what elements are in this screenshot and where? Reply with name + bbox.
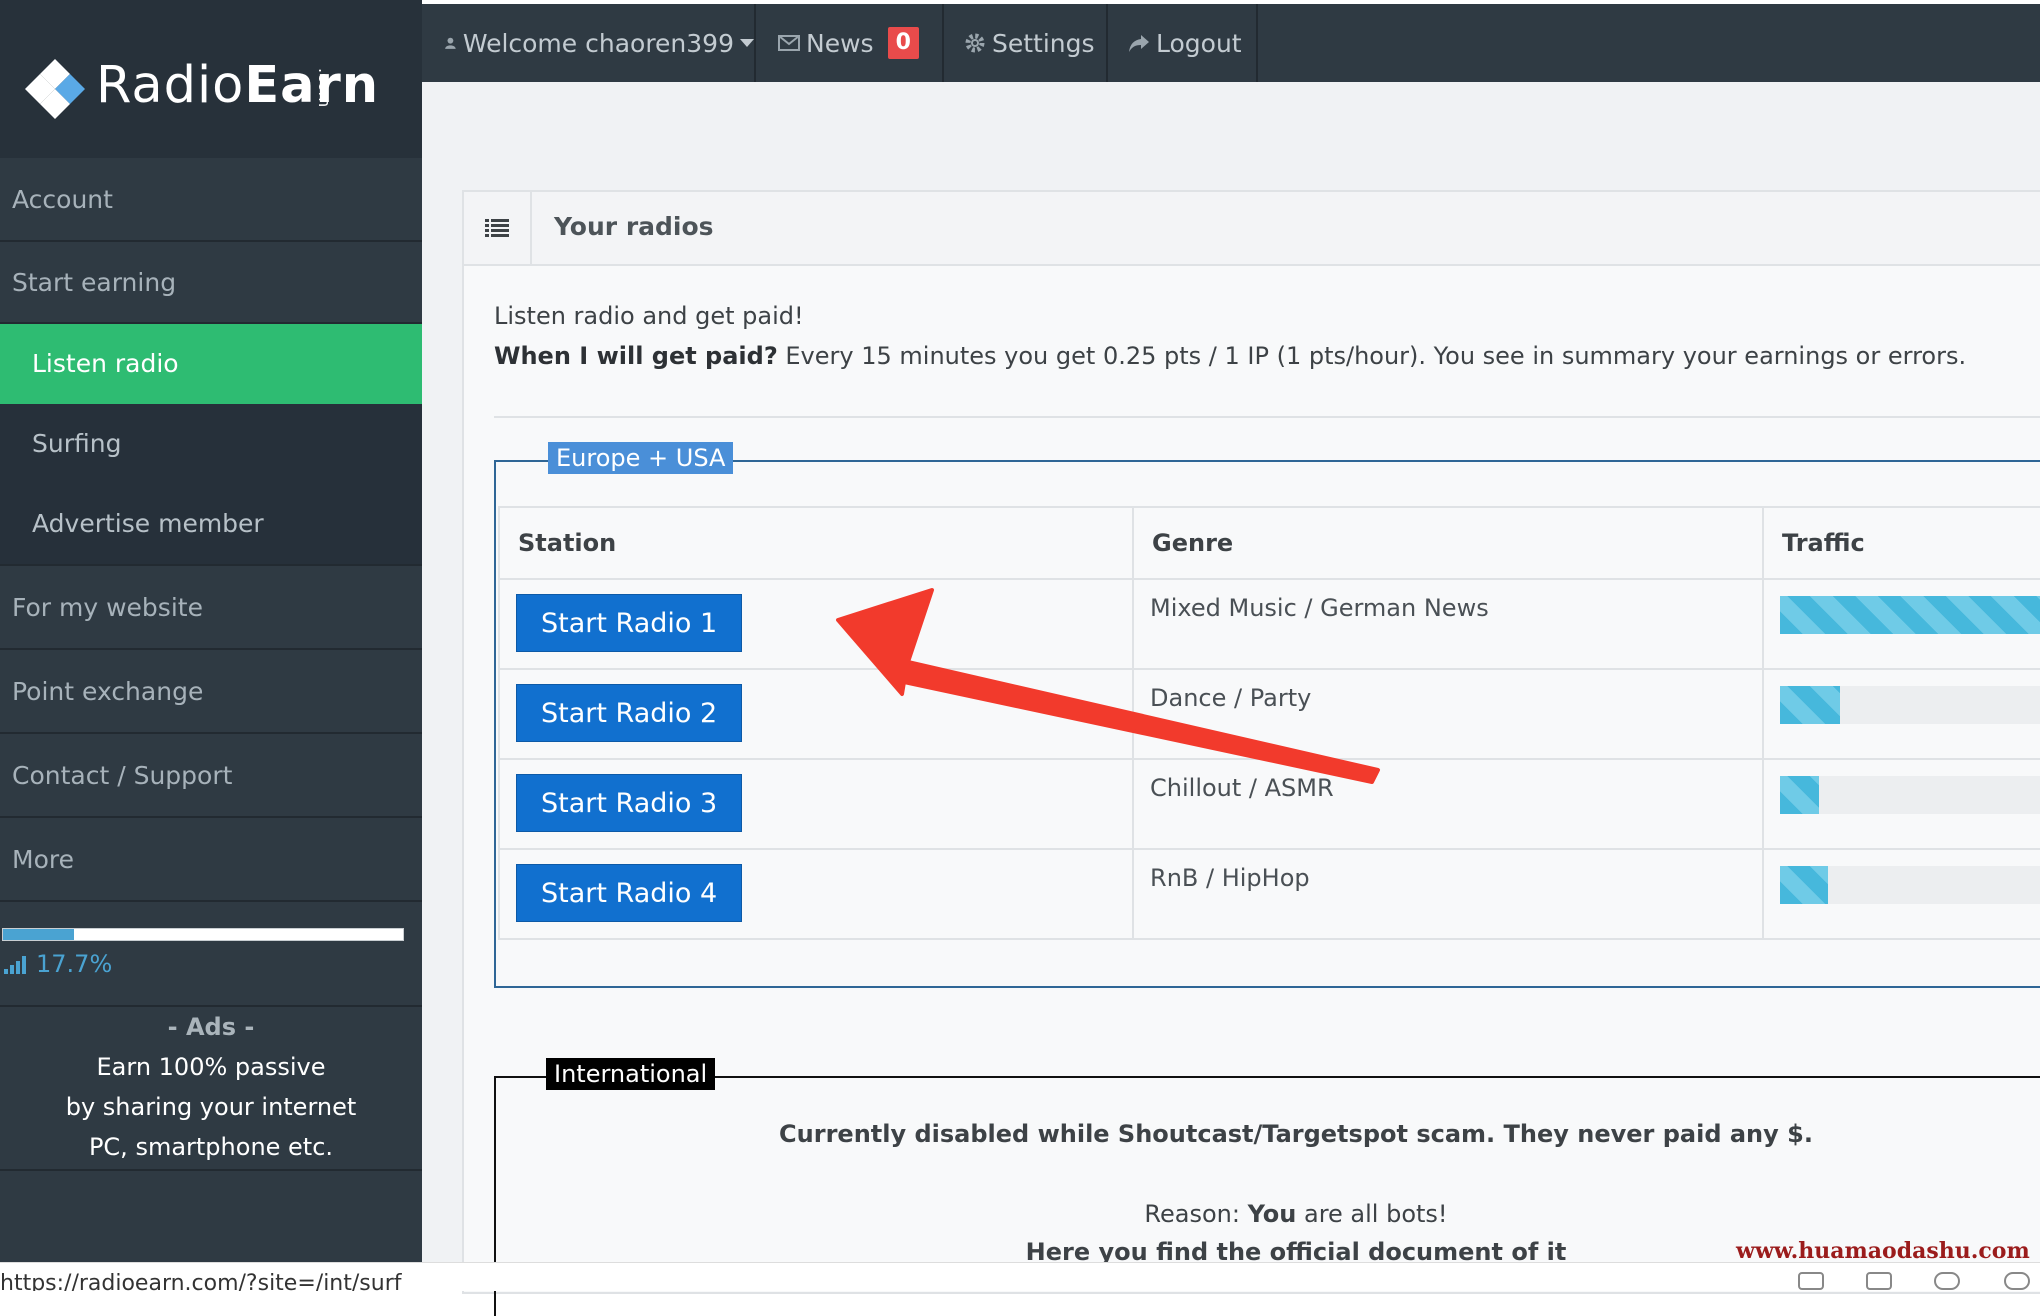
europe-usa-fieldset: Europe + USA Station Genre Traffic Start…	[494, 442, 2040, 988]
signal-bars-icon	[4, 956, 26, 974]
ads-line: Earn 100% passive	[96, 1053, 326, 1081]
start-radio-1-button[interactable]: Start Radio 1	[516, 594, 743, 652]
status-url: https://radioearn.com/?site=/int/surf	[0, 1271, 402, 1291]
traffic-bar	[1779, 866, 2040, 904]
sidebar-item-advertise-member[interactable]: Advertise member	[0, 484, 422, 566]
table-header-row: Station Genre Traffic	[497, 506, 2040, 580]
traffic-bar	[1779, 686, 2040, 724]
start-radio-3-button[interactable]: Start Radio 3	[516, 774, 743, 832]
sidebar: RadioEarn .com Account Start earning Lis…	[0, 0, 422, 1290]
international-legend: International	[546, 1058, 716, 1090]
logout-label: Logout	[1156, 28, 1242, 58]
brand-name: RadioEarn	[96, 56, 380, 115]
traffic-bar	[1779, 776, 2040, 814]
traffic-fill	[1779, 686, 1840, 724]
welcome-label: Welcome chaoren399	[462, 28, 734, 58]
europe-usa-legend: Europe + USA	[548, 442, 734, 474]
sidebar-item-contact-support[interactable]: Contact / Support	[0, 734, 422, 818]
user-icon	[445, 37, 456, 49]
share-arrow-icon	[1129, 35, 1149, 52]
radios-panel: Your radios Listen radio and get paid! W…	[462, 190, 2040, 1316]
progress-bar	[2, 928, 404, 941]
ads-box[interactable]: - Ads - Earn 100% passive by sharing you…	[0, 1005, 422, 1171]
rocket-icon	[2004, 1272, 2030, 1290]
radioearn-logo-icon	[25, 59, 85, 119]
heart-icon	[1934, 1272, 1960, 1290]
traffic-bar	[1779, 596, 2040, 634]
settings-label: Settings	[992, 28, 1095, 58]
user-menu[interactable]: Welcome chaoren399	[422, 4, 756, 82]
news-menu[interactable]: News 0	[756, 4, 944, 82]
traffic-header: Traffic	[1761, 506, 2040, 580]
radio-table: Station Genre Traffic Start Radio 1 Mixe…	[497, 506, 2040, 940]
sidebar-item-more[interactable]: More	[0, 818, 422, 902]
settings-menu[interactable]: Settings	[944, 4, 1108, 82]
sidebar-item-point-exchange[interactable]: Point exchange	[0, 650, 422, 734]
table-row: Start Radio 1 Mixed Music / German News	[497, 578, 2040, 670]
sidebar-item-for-my-website[interactable]: For my website	[0, 566, 422, 650]
ads-line: PC, smartphone etc.	[88, 1133, 334, 1161]
station-header: Station	[497, 506, 1135, 580]
table-row: Start Radio 2 Dance / Party	[497, 668, 2040, 760]
caret-down-icon	[740, 39, 754, 47]
table-row: Start Radio 4 RnB / HipHop	[497, 848, 2040, 940]
genre-header: Genre	[1132, 506, 1764, 580]
envelope-icon	[778, 35, 800, 51]
payment-info: When I will get paid? Every 15 minutes y…	[494, 342, 1967, 370]
international-notice: Currently disabled while Shoutcast/Targe…	[779, 1120, 1813, 1148]
news-label: News	[806, 28, 874, 58]
image-icon	[1866, 1272, 1892, 1290]
panel-header: Your radios	[464, 192, 2040, 266]
start-radio-4-button[interactable]: Start Radio 4	[516, 864, 743, 922]
sidebar-item-start-earning[interactable]: Start earning	[0, 242, 422, 324]
browser-status-bar: https://radioearn.com/?site=/int/surf	[0, 1262, 2040, 1291]
sidebar-item-listen-radio[interactable]: Listen radio	[0, 324, 422, 404]
progress-fill	[3, 929, 74, 940]
divider	[494, 416, 2040, 418]
logo[interactable]: RadioEarn .com	[0, 0, 422, 160]
sidebar-item-surfing[interactable]: Surfing	[0, 404, 422, 484]
ads-heading: - Ads -	[167, 1013, 255, 1041]
international-reason: Reason: You are all bots!	[1144, 1200, 1448, 1228]
sidebar-item-account[interactable]: Account	[0, 158, 422, 242]
traffic-fill	[1779, 596, 2040, 634]
top-navbar: Welcome chaoren399 News 0 Settings Logout	[422, 0, 2040, 82]
intro-text: Listen radio and get paid!	[494, 302, 804, 330]
gear-icon	[965, 33, 985, 53]
progress-label: 17.7%	[4, 950, 112, 978]
panel-toggle[interactable]	[464, 192, 532, 264]
ads-line: by sharing your internet	[65, 1093, 357, 1121]
watermark: www.huamaodashu.com	[1736, 1238, 2030, 1264]
genre-cell: Mixed Music / German News	[1132, 578, 1764, 670]
shield-icon	[1798, 1272, 1824, 1290]
genre-cell: RnB / HipHop	[1132, 848, 1764, 940]
news-count-badge: 0	[887, 27, 919, 59]
list-icon	[485, 219, 509, 237]
panel-title: Your radios	[554, 212, 714, 241]
start-radio-2-button[interactable]: Start Radio 2	[516, 684, 743, 742]
brand-suffix: .com	[315, 68, 334, 108]
table-row: Start Radio 3 Chillout / ASMR	[497, 758, 2040, 850]
logout-menu[interactable]: Logout	[1108, 4, 1258, 82]
traffic-fill	[1779, 866, 1828, 904]
main-content: Your radios Listen radio and get paid! W…	[422, 82, 2040, 1316]
genre-cell: Chillout / ASMR	[1132, 758, 1764, 850]
genre-cell: Dance / Party	[1132, 668, 1764, 760]
traffic-fill	[1779, 776, 1819, 814]
